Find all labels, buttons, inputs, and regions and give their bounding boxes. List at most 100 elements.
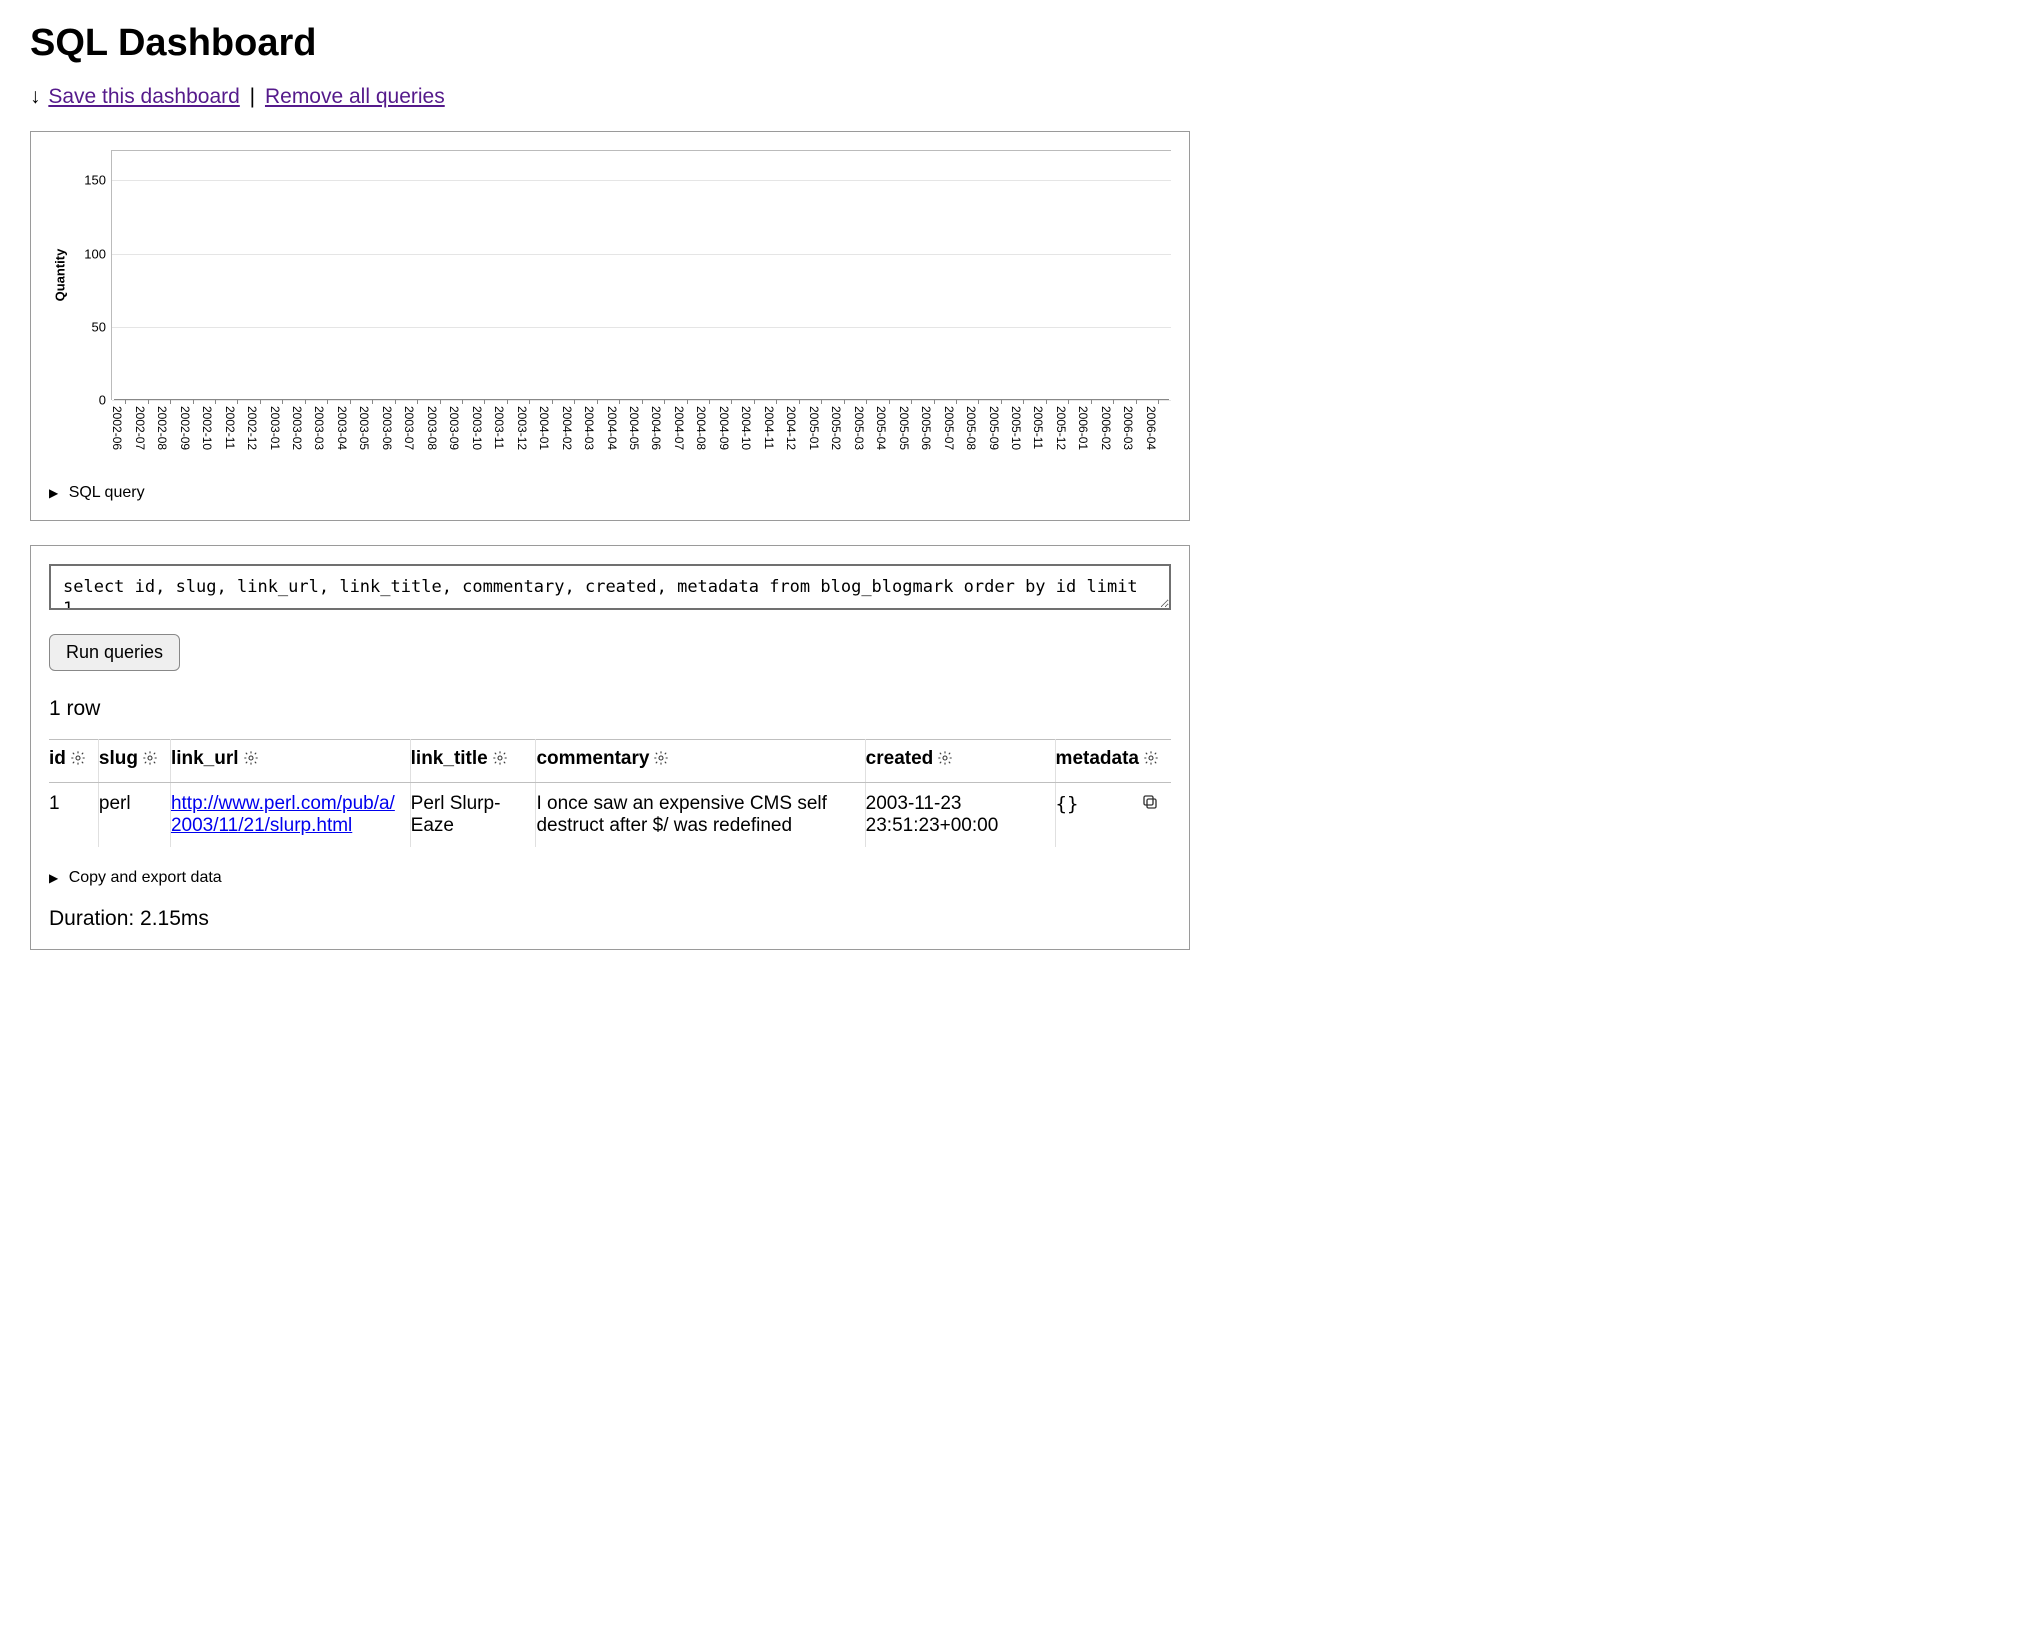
remove-queries-link[interactable]: Remove all queries (265, 85, 445, 108)
column-label: id (49, 748, 66, 769)
row-count: 1 row (49, 697, 1171, 721)
sql-query-label: SQL query (69, 484, 145, 501)
chart-xtick-label: 2004-11 (762, 406, 776, 449)
chart-bar-slot (833, 399, 855, 400)
column-header-id: id (49, 740, 98, 783)
table-header-row: id sluglink_url link_title commentary create… (49, 740, 1171, 783)
cell-slug: perl (98, 783, 170, 848)
chart-bar-slot (743, 399, 765, 400)
chart-xtick-label: 2002-08 (155, 406, 169, 450)
export-disclosure[interactable]: ▶ Copy and export data (49, 869, 1171, 887)
chart-bar-slot (136, 399, 158, 400)
export-label: Copy and export data (69, 869, 222, 886)
chart-xtick-label: 2002-09 (178, 406, 192, 450)
column-label: created (866, 748, 934, 769)
chart-bar-slot (316, 399, 338, 400)
gear-icon[interactable] (1143, 750, 1159, 772)
chart-xtick-label: 2003-01 (268, 406, 282, 450)
chart-bar-slot (810, 399, 832, 400)
gear-icon[interactable] (937, 750, 953, 772)
gear-icon[interactable] (142, 750, 158, 772)
chart-bar-slot (383, 399, 405, 400)
gear-icon[interactable] (653, 750, 669, 772)
chart-bar-slot (1035, 399, 1057, 400)
gear-icon[interactable] (243, 750, 259, 772)
chart-xtick-label: 2003-03 (312, 406, 326, 450)
sql-query-disclosure[interactable]: ▶ SQL query (49, 484, 1171, 502)
chart-xtick-label: 2005-02 (829, 406, 843, 450)
chart-xtick-label: 2004-12 (784, 406, 798, 450)
chart-bar-slot (361, 399, 383, 400)
chart-bar-slot (294, 399, 316, 400)
chart-bar-slot (1102, 399, 1124, 400)
chart-xtick-label: 2004-06 (649, 406, 663, 450)
action-row: ↓ Save this dashboard | Remove all queri… (30, 85, 1190, 109)
chart-xtick-label: 2004-08 (694, 406, 708, 450)
link-url-anchor[interactable]: http://www.perl.com/pub/a/2003/11/21/slu… (171, 793, 395, 836)
chart-xtick-label: 2005-09 (987, 406, 1001, 450)
chart-xtick-label: 2006-03 (1121, 406, 1135, 450)
chart-xtick-label: 2004-10 (739, 406, 753, 450)
chart-bar-slot (788, 399, 810, 400)
chart-bar-slot (630, 399, 652, 400)
column-header-metadata: metadata (1055, 740, 1171, 783)
chart-bar-slot (1079, 399, 1101, 400)
cell-created: 2003-11-23 23:51:23+00:00 (865, 783, 1055, 848)
chart-xtick-label: 2004-09 (717, 406, 731, 450)
gear-icon[interactable] (492, 750, 508, 772)
chart-y-axis-label: Quantity (53, 249, 68, 302)
chart-ytick-label: 150 (72, 173, 106, 188)
chart-xtick-label: 2005-01 (807, 406, 821, 450)
cell-commentary: I once saw an expensive CMS self destruc… (536, 783, 865, 848)
column-header-created: created (865, 740, 1055, 783)
chart-bar-slot (271, 399, 293, 400)
chart-xtick-label: 2002-11 (223, 406, 237, 449)
chart-bar-slot (586, 399, 608, 400)
chart-xtick-label: 2004-04 (605, 406, 619, 450)
chart-bar-slot (1124, 399, 1146, 400)
page-title: SQL Dashboard (30, 22, 1190, 65)
chart-bar-slot (428, 399, 450, 400)
chart-xtick-label: 2003-05 (357, 406, 371, 450)
chart-bar-slot (204, 399, 226, 400)
chart-xtick-label: 2003-02 (290, 406, 304, 450)
chart-bar-slot (451, 399, 473, 400)
table-row: 1 perl http://www.perl.com/pub/a/2003/11… (49, 783, 1171, 848)
chart-bar-slot (159, 399, 181, 400)
chart-bar-slot (967, 399, 989, 400)
chart-bar-slot (1057, 399, 1079, 400)
column-header-slug: slug (98, 740, 170, 783)
column-label: commentary (536, 748, 649, 769)
chart-xtick-label: 2005-06 (919, 406, 933, 450)
down-arrow-icon: ↓ (30, 85, 41, 108)
gear-icon[interactable] (70, 750, 86, 772)
chart-bar-slot (1012, 399, 1034, 400)
chart-bar-slot (541, 399, 563, 400)
run-queries-button[interactable]: Run queries (49, 634, 180, 671)
chart-xtick-label: 2003-12 (515, 406, 529, 450)
chart-bar-slot (990, 399, 1012, 400)
chart-bar-slot (406, 399, 428, 400)
chart-bar-slot (473, 399, 495, 400)
chart-xtick-label: 2002-07 (133, 406, 147, 450)
chart-xtick-label: 2004-03 (582, 406, 596, 450)
disclosure-triangle-icon: ▶ (49, 871, 58, 885)
chart-xtick-label: 2005-10 (1009, 406, 1023, 450)
chart-bar-slot (496, 399, 518, 400)
chart-bar-slot (226, 399, 248, 400)
chart-xtick-label: 2003-08 (425, 406, 439, 450)
cell-link-url: http://www.perl.com/pub/a/2003/11/21/slu… (170, 783, 410, 848)
column-label: link_title (411, 748, 488, 769)
chart-xtick-label: 2005-08 (964, 406, 978, 450)
copy-icon[interactable] (1141, 793, 1159, 817)
chart-xtick-label: 2005-11 (1031, 406, 1045, 449)
column-label: link_url (171, 748, 239, 769)
chart-xtick-label: 2005-12 (1054, 406, 1068, 450)
chart-bar-slot (563, 399, 585, 400)
chart-bar-slot (339, 399, 361, 400)
save-dashboard-link[interactable]: Save this dashboard (48, 85, 239, 108)
chart-bar-slot (653, 399, 675, 400)
chart-xtick-label: 2005-03 (852, 406, 866, 450)
sql-input[interactable] (49, 564, 1171, 610)
chart-bar-slot (249, 399, 271, 400)
